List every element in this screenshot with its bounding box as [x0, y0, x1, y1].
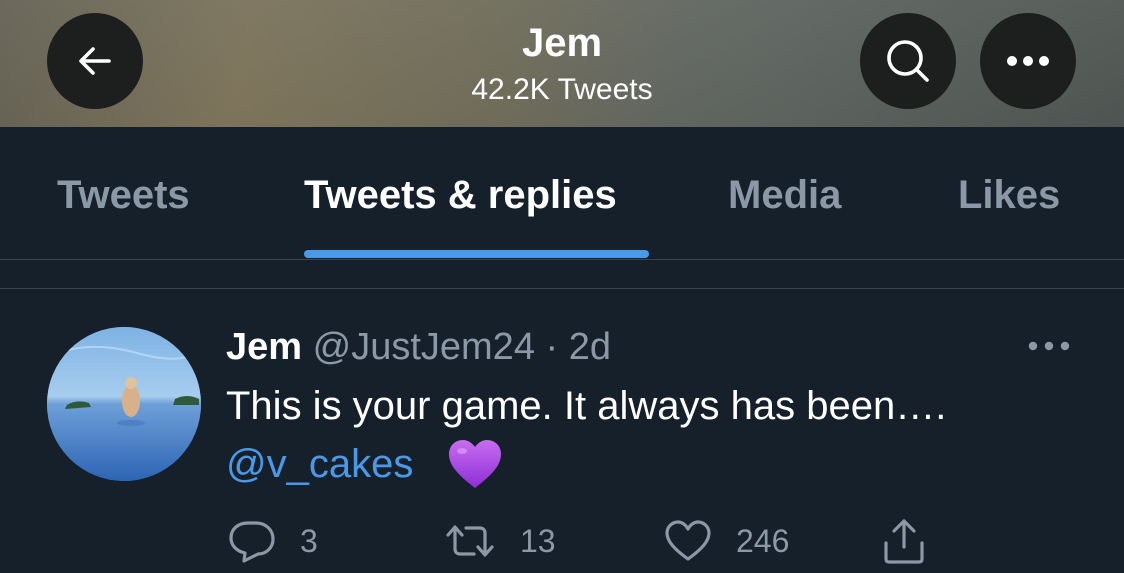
section-divider	[0, 288, 1124, 289]
retweet-count: 13	[520, 523, 556, 559]
avatar-photo	[47, 327, 201, 481]
tweet-actions: 3 13 246	[0, 516, 1124, 573]
tab-media[interactable]: Media	[728, 171, 841, 219]
reply-icon	[229, 521, 275, 563]
tab-likes[interactable]: Likes	[958, 171, 1060, 219]
purple-heart-icon	[447, 438, 503, 492]
search-icon	[887, 40, 929, 82]
tab-tweets-and-replies[interactable]: Tweets & replies	[304, 171, 617, 219]
tweet-header: Jem @JustJem24 · 2d	[226, 324, 611, 370]
more-horizontal-icon	[1028, 341, 1070, 351]
more-horizontal-icon	[1007, 56, 1049, 66]
like-button[interactable]: 246	[664, 516, 789, 566]
tweet-mention-link[interactable]: @v_cakes	[226, 440, 413, 488]
reply-button[interactable]: 3	[228, 516, 318, 566]
profile-tabs: Tweets Tweets & replies Media Likes	[0, 127, 1124, 260]
share-icon	[884, 519, 924, 564]
reply-count: 3	[300, 523, 318, 559]
tweet-count: 42.2K Tweets	[471, 73, 653, 106]
heart-icon	[665, 520, 711, 561]
tweet-author-name[interactable]: Jem	[226, 326, 302, 368]
retweet-icon	[446, 525, 494, 557]
share-button[interactable]	[880, 516, 928, 566]
tweet-text: This is your game. It always has been….	[226, 384, 947, 428]
tweet-timestamp[interactable]: 2d	[569, 326, 611, 368]
more-options-button[interactable]	[980, 13, 1076, 109]
profile-header: Jem 42.2K Tweets	[0, 0, 1124, 127]
tweet-more-button[interactable]	[1026, 336, 1072, 356]
tweet-author-handle[interactable]: @JustJem24	[313, 326, 535, 368]
avatar[interactable]	[47, 327, 201, 481]
retweet-button[interactable]: 13	[444, 516, 556, 566]
like-count: 246	[736, 523, 790, 559]
active-tab-indicator	[304, 250, 649, 258]
tab-tweets[interactable]: Tweets	[57, 171, 190, 219]
search-button[interactable]	[860, 13, 956, 109]
tweet-separator: ·	[545, 326, 559, 368]
